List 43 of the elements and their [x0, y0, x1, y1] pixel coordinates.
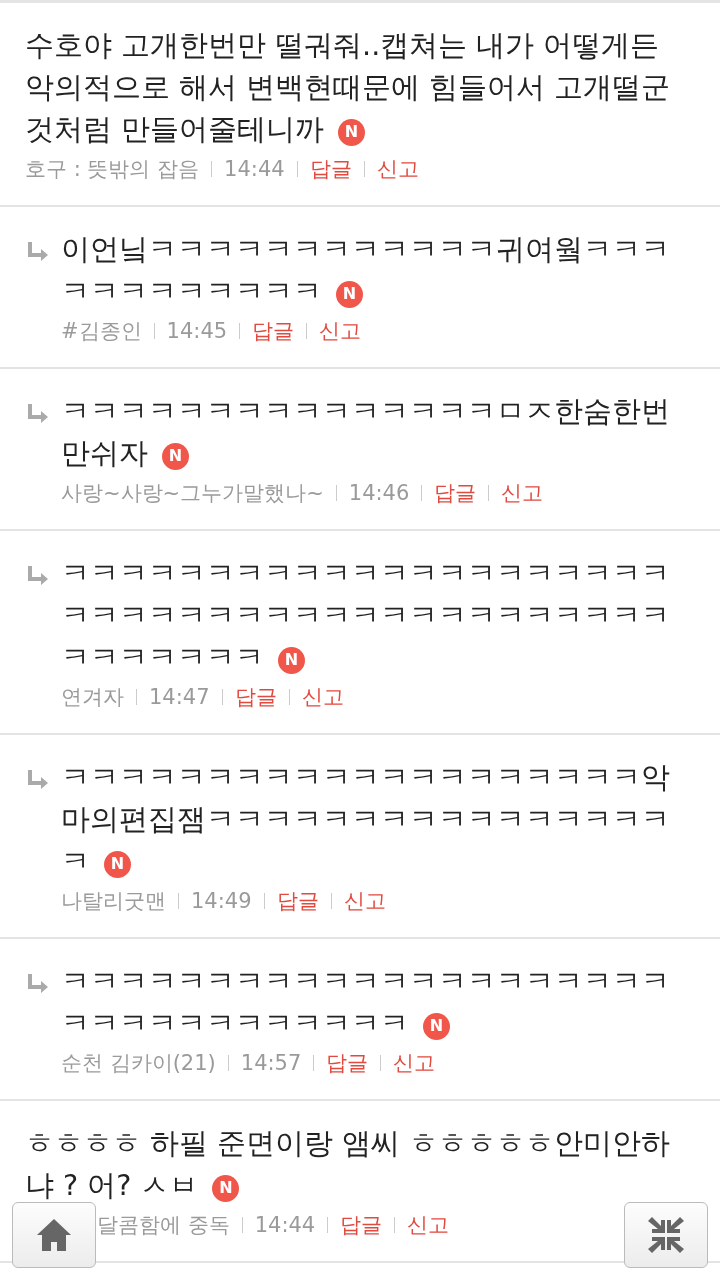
- collapse-button[interactable]: [624, 1202, 708, 1268]
- reply-arrow-icon: [25, 403, 49, 425]
- reply-arrow-icon: [25, 769, 49, 791]
- reply-link[interactable]: 답글: [252, 317, 295, 345]
- home-button[interactable]: [12, 1202, 96, 1268]
- report-link[interactable]: 신고: [343, 887, 386, 915]
- reply-link[interactable]: 답글: [434, 479, 477, 507]
- reply-arrow-icon: [25, 973, 49, 995]
- report-link[interactable]: 신고: [301, 683, 344, 711]
- reply-link[interactable]: 답글: [276, 887, 319, 915]
- reply-link[interactable]: 답글: [309, 155, 352, 183]
- reply-link[interactable]: 답글: [326, 1049, 369, 1077]
- comment-time: 14:57: [240, 1051, 302, 1075]
- report-link[interactable]: 신고: [393, 1049, 436, 1077]
- comment-text: 수호야 고개한번만 떨궈줘..캡쳐는 내가 어떻게든 악의적으로 해서 변백현때문에 힘들어서 고개떨군 것처럼 만들어줄테니까 N: [25, 28, 672, 148]
- report-link[interactable]: 신고: [376, 155, 419, 183]
- comment-time: 14:44: [224, 157, 285, 181]
- reply-link[interactable]: 답글: [340, 1211, 383, 1239]
- collapse-icon: [646, 1215, 686, 1255]
- report-link[interactable]: 신고: [319, 317, 362, 345]
- author-name: #김종인: [61, 318, 142, 345]
- author-name: 사랑~사랑~그누가말했나~: [61, 480, 324, 507]
- comment-time: 14:46: [348, 481, 410, 505]
- reply-arrow-icon: [25, 565, 49, 587]
- comment-text: ㅋㅋㅋㅋㅋㅋㅋㅋㅋㅋㅋㅋㅋㅋㅋㅋㅋㅋㅋㅋㅋㅋㅋㅋㅋㅋㅋㅋㅋㅋㅋㅋㅋㅋㅋㅋㅋㅋㅋㅋㅋㅋㅋㅋㅋㅋㅋㅋㅋ N: [61, 556, 671, 676]
- reply-link[interactable]: 답글: [234, 683, 277, 711]
- report-link[interactable]: 신고: [407, 1211, 450, 1239]
- author-name: 나탈리굿맨: [61, 888, 166, 915]
- author-name: 순천 김카이(21): [61, 1050, 216, 1077]
- comment-text: ㅎㅎㅎㅎ 하필 준면이랑 앰씨 ㅎㅎㅎㅎㅎ안미안하냐 ? 어? ㅅㅂ N: [25, 1126, 672, 1204]
- comment-text: ㅋㅋㅋㅋㅋㅋㅋㅋㅋㅋㅋㅋㅋㅋㅋㅋㅋㅋㅋㅋ악마의편집잼ㅋㅋㅋㅋㅋㅋㅋㅋㅋㅋㅋㅋㅋㅋㅋㅋㅋ N: [61, 760, 671, 880]
- comment-time: 14:49: [191, 889, 252, 913]
- comment-time: 14:45: [166, 319, 228, 343]
- comment-time: 14:47: [149, 685, 210, 709]
- comment-time: 14:44: [254, 1213, 316, 1237]
- comment-text: ㅋㅋㅋㅋㅋㅋㅋㅋㅋㅋㅋㅋㅋㅋㅋㅁㅈ한숨한번만쉬자 N: [61, 394, 671, 472]
- comment-text: ㅋㅋㅋㅋㅋㅋㅋㅋㅋㅋㅋㅋㅋㅋㅋㅋㅋㅋㅋㅋㅋㅋㅋㅋㅋㅋㅋㅋㅋㅋㅋㅋㅋ N: [61, 964, 671, 1042]
- author-name: 연겨자: [61, 684, 124, 711]
- report-link[interactable]: 신고: [501, 479, 544, 507]
- author-name: 호구 : 뜻밖의 잡음: [25, 156, 200, 183]
- comment-text: 이언닠ㅋㅋㅋㅋㅋㅋㅋㅋㅋㅋㅋㅋ귀여웤ㅋㅋㅋㅋㅋㅋㅋㅋㅋㅋㅋㅋ N: [61, 232, 671, 310]
- reply-arrow-icon: [25, 241, 49, 263]
- author-name: 달콤함에 중독: [97, 1212, 230, 1239]
